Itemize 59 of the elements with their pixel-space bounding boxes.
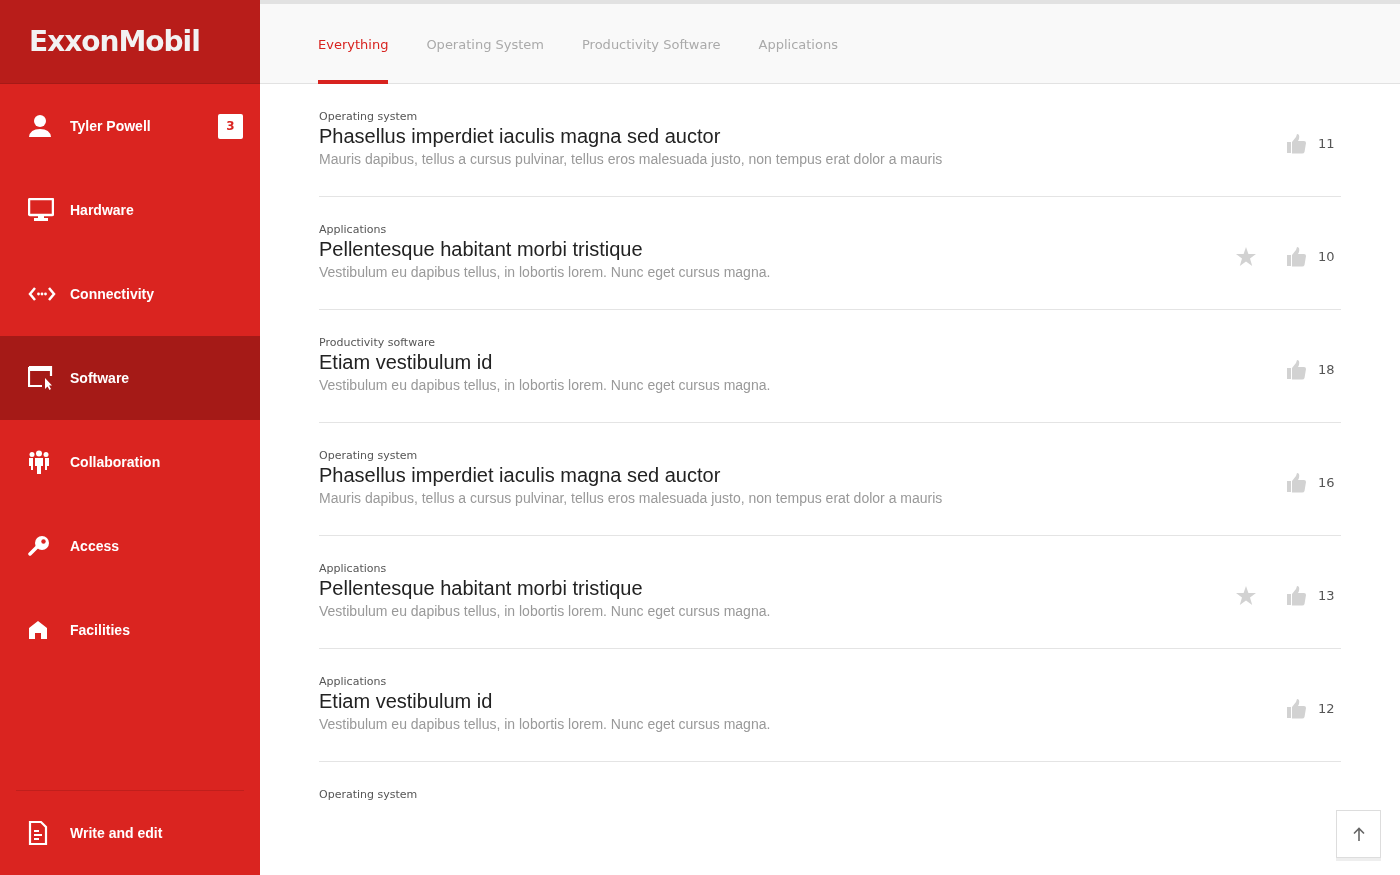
sidebar-item[interactable]: Collaboration — [0, 420, 260, 504]
article-category: Operating system — [319, 449, 419, 463]
article-title[interactable]: Etiam vestibulum id — [319, 689, 1287, 714]
sidebar-item[interactable]: Tyler Powell 3 — [0, 84, 260, 168]
article-title[interactable]: Phasellus imperdiet iaculis magna sed auctor — [319, 124, 1287, 149]
thumbs-up-icon[interactable] — [1287, 585, 1306, 606]
like-count: 18 — [1318, 362, 1336, 377]
article-row[interactable]: Productivity software Etiam vestibulum id Vestibulum eu dapibus tellus, in lobortis lorem. Nunc eget cursus magna. 18 — [319, 310, 1341, 423]
thumbs-up-icon[interactable] — [1287, 472, 1306, 493]
article-row[interactable]: Applications Etiam vestibulum id Vestibulum eu dapibus tellus, in lobortis lorem. Nunc eget cursus magna. 12 — [319, 649, 1341, 762]
article-title[interactable]: Pellentesque habitant morbi tristique — [319, 237, 1236, 262]
article-category: Applications — [319, 223, 388, 237]
arrow-up-icon — [1352, 827, 1365, 841]
article-summary: Mauris dapibus, tellus a cursus pulvinar, tellus eros malesuada justo, non tempus erat dolor a mauris — [319, 150, 944, 169]
article-category: Applications — [319, 675, 388, 689]
article-summary: Vestibulum eu dapibus tellus, in lobortis lorem. Nunc eget cursus magna. — [319, 376, 772, 395]
people-icon — [28, 450, 50, 474]
article-summary: Vestibulum eu dapibus tellus, in lobortis lorem. Nunc eget cursus magna. — [319, 715, 772, 734]
like-count: 12 — [1318, 701, 1336, 716]
house-icon — [28, 620, 48, 640]
like-count: 13 — [1318, 588, 1336, 603]
like-count: 16 — [1318, 475, 1336, 490]
article-category: Productivity software — [319, 336, 436, 350]
window-cursor-icon — [28, 366, 54, 390]
article-title[interactable]: Pellentesque habitant morbi tristique — [319, 576, 1236, 601]
thumbs-up-icon[interactable] — [1287, 246, 1306, 267]
article-category: Operating system — [319, 788, 419, 802]
sidebar-item[interactable]: Facilities — [0, 588, 260, 672]
thumbs-up-icon[interactable] — [1287, 133, 1306, 154]
star-icon[interactable] — [1236, 586, 1256, 605]
notification-badge: 3 — [218, 113, 243, 139]
article-title[interactable]: Etiam vestibulum id — [319, 350, 1287, 375]
thumbs-up-icon[interactable] — [1287, 359, 1306, 380]
article-summary: Vestibulum eu dapibus tellus, in lobortis lorem. Nunc eget cursus magna. — [319, 602, 772, 621]
article-row[interactable]: Applications Pellentesque habitant morbi tristique Vestibulum eu dapibus tellus, in lobortis lorem. Nunc eget cursus magna. 10 — [319, 197, 1341, 310]
sidebar-item[interactable]: Hardware — [0, 168, 260, 252]
sidebar-item[interactable]: Connectivity — [0, 252, 260, 336]
article-row[interactable]: Operating system Phasellus imperdiet iaculis magna sed auctor Mauris dapibus, tellus a cursus pulvinar, tellus eros malesuada justo, non tempus erat dolor a mauris 16 — [319, 423, 1341, 536]
sidebar-item[interactable]: Write and edit — [0, 791, 260, 875]
tab[interactable]: Everything — [318, 4, 389, 84]
sidebar-item[interactable]: Access — [0, 504, 260, 588]
star-icon[interactable] — [1236, 247, 1256, 266]
thumbs-up-icon[interactable] — [1287, 698, 1306, 719]
article-category: Operating system — [319, 110, 419, 124]
key-icon — [28, 535, 50, 557]
document-icon — [28, 820, 48, 846]
article-category: Applications — [319, 562, 388, 576]
article-row[interactable]: Operating system Phasellus imperdiet iaculis magna sed auctor Mauris dapibus, tellus a cursus pulvinar, tellus eros malesuada justo, non tempus erat dolor a mauris 11 — [319, 84, 1341, 197]
monitor-icon — [28, 198, 54, 222]
article-summary: Mauris dapibus, tellus a cursus pulvinar, tellus eros malesuada justo, non tempus erat dolor a mauris — [319, 489, 944, 508]
like-count: 11 — [1318, 136, 1336, 151]
article-row[interactable]: Applications Pellentesque habitant morbi tristique Vestibulum eu dapibus tellus, in lobortis lorem. Nunc eget cursus magna. 13 — [319, 536, 1341, 649]
article-summary: Vestibulum eu dapibus tellus, in lobortis lorem. Nunc eget cursus magna. — [319, 263, 772, 282]
article-title[interactable]: Phasellus imperdiet iaculis magna sed auctor — [319, 463, 1287, 488]
person-icon — [28, 114, 52, 138]
code-arrows-icon — [28, 286, 56, 302]
like-count: 10 — [1318, 249, 1336, 264]
scroll-to-top-button[interactable] — [1336, 810, 1381, 858]
sidebar-item[interactable]: Software — [0, 336, 260, 420]
